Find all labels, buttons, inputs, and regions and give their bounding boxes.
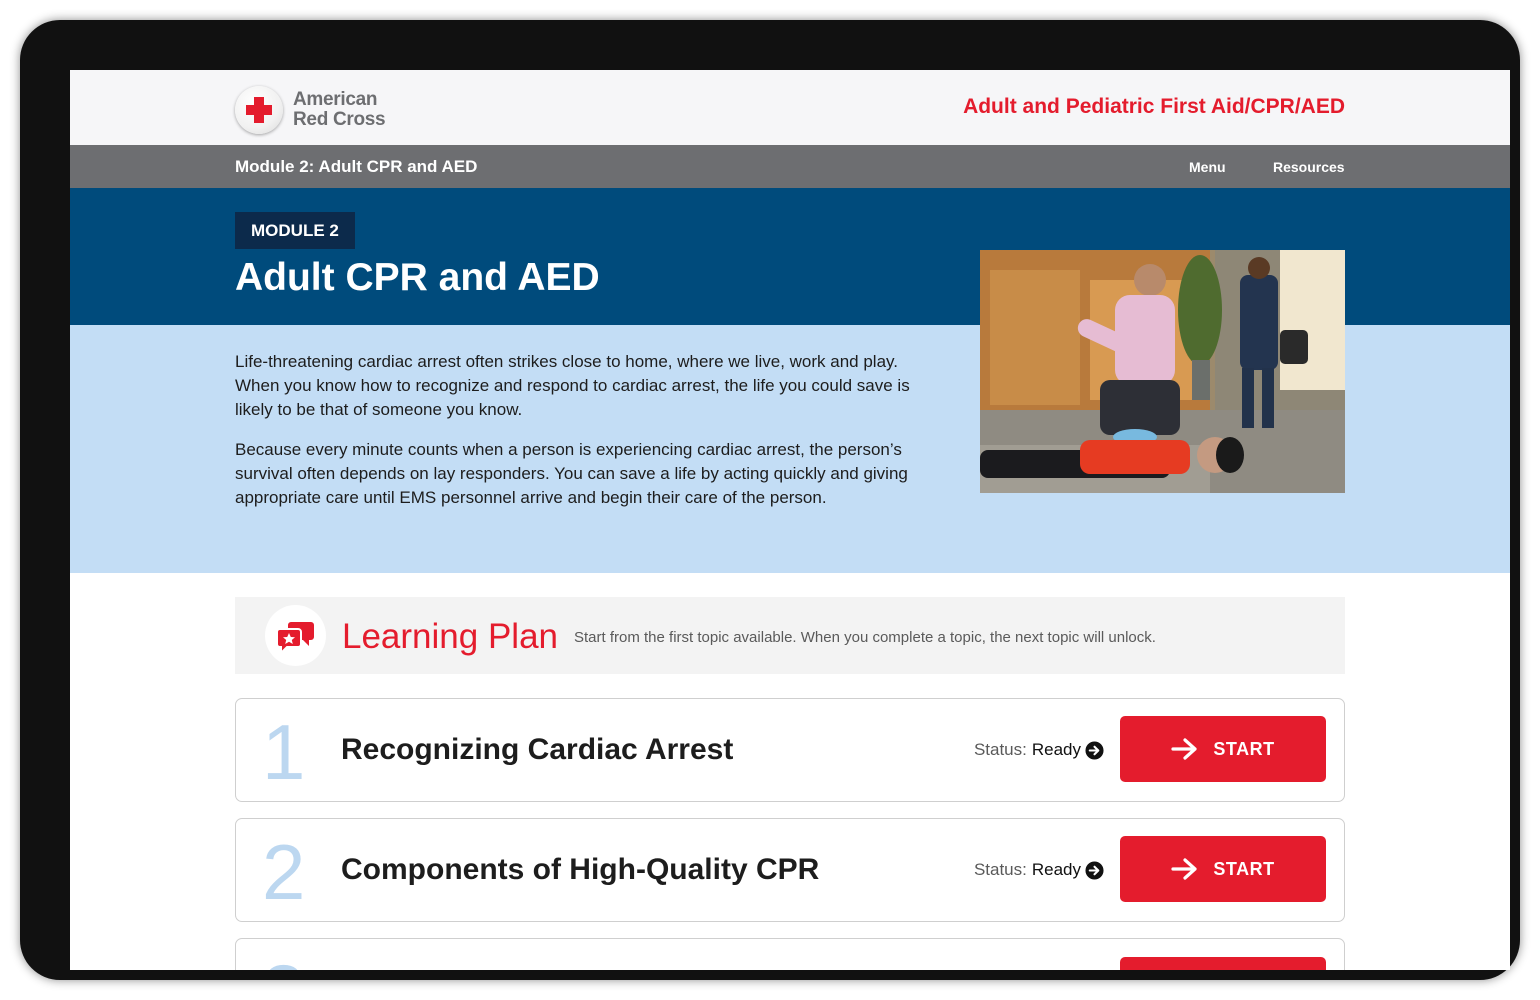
menu-link[interactable]: Menu xyxy=(1189,159,1226,175)
resources-link[interactable]: Resources xyxy=(1273,159,1345,175)
red-cross-logo[interactable]: American Red Cross xyxy=(235,86,386,134)
start-button-label: START xyxy=(1213,738,1275,759)
topic-title: Recognizing Cardiac Arrest xyxy=(341,733,734,766)
topic-card: 3 xyxy=(235,938,1345,970)
topic-number: 1 xyxy=(262,708,306,796)
chat-bubbles-star-icon xyxy=(265,605,326,666)
learning-plan-description: Start from the first topic available. Wh… xyxy=(574,629,1156,646)
logo-text-line2: Red Cross xyxy=(293,109,386,130)
learning-plan-header: Learning Plan Start from the first topic… xyxy=(235,597,1345,674)
module-nav-bar: Module 2: Adult CPR and AED Menu Resourc… xyxy=(70,145,1510,188)
start-button[interactable]: START xyxy=(1120,716,1326,782)
logo-text-line1: American xyxy=(293,89,378,110)
intro-text: Life-threatening cardiac arrest often st… xyxy=(235,350,935,526)
topic-card: 2 Components of High-Quality CPR Status:… xyxy=(235,818,1345,922)
cpr-photo xyxy=(980,250,1345,493)
intro-paragraph: Because every minute counts when a perso… xyxy=(235,440,908,507)
start-button[interactable]: START xyxy=(1120,836,1326,902)
status-value: Ready xyxy=(1031,740,1081,759)
topic-title: Components of High-Quality CPR xyxy=(341,853,820,886)
topic-status: Status: Ready xyxy=(974,860,1104,880)
intro-paragraph: Life-threatening cardiac arrest often st… xyxy=(235,352,910,419)
red-cross-icon xyxy=(235,86,283,134)
topic-number: 3 xyxy=(262,947,305,970)
course-title: Adult and Pediatric First Aid/CPR/AED xyxy=(963,95,1345,118)
device-frame: American Red Cross Adult and Pediatric F… xyxy=(20,20,1520,980)
arrow-right-icon xyxy=(1171,858,1198,880)
module-tag: MODULE 2 xyxy=(235,212,355,249)
status-label: Status: xyxy=(973,860,1027,879)
topic-card: 1 Recognizing Cardiac Arrest Status: Rea… xyxy=(235,698,1345,802)
start-button-label: START xyxy=(1213,858,1275,879)
nav-module-label: Module 2: Adult CPR and AED xyxy=(235,157,478,176)
topic-status: Status: Ready xyxy=(974,740,1104,760)
learning-plan-title: Learning Plan xyxy=(342,617,558,656)
arrow-circle-right-icon xyxy=(1085,860,1104,880)
app-screen: American Red Cross Adult and Pediatric F… xyxy=(70,70,1510,970)
status-value: Ready xyxy=(1031,860,1081,879)
arrow-circle-right-icon xyxy=(1085,740,1104,760)
top-header: American Red Cross Adult and Pediatric F… xyxy=(70,70,1510,145)
status-label: Status: xyxy=(973,740,1027,759)
topic-number: 2 xyxy=(262,828,306,916)
arrow-right-icon xyxy=(1171,738,1198,760)
start-button[interactable] xyxy=(1120,957,1326,970)
module-title: Adult CPR and AED xyxy=(235,256,600,299)
